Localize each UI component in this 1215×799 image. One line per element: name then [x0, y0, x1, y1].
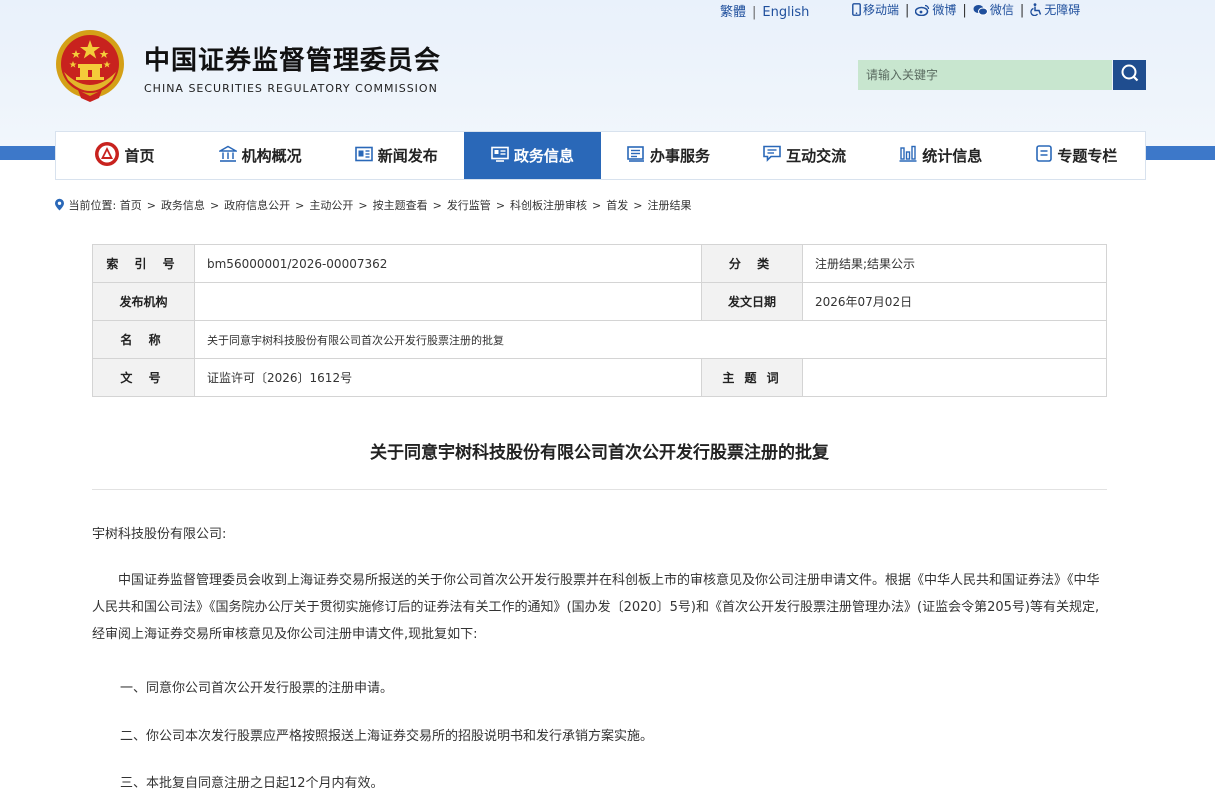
table-row: 发布机构 发文日期 2026年07月02日: [92, 282, 1107, 321]
bar-chart-icon: [899, 145, 917, 166]
nav-item-home[interactable]: 首页: [56, 132, 192, 179]
breadcrumb-item[interactable]: 科创板注册审核: [510, 199, 587, 212]
mobile-icon: [852, 3, 861, 19]
breadcrumb-item[interactable]: 注册结果: [647, 199, 691, 212]
nav-item-service[interactable]: 办事服务: [601, 132, 737, 179]
divider: [92, 489, 1107, 490]
org-name-chinese: 中国证券监督管理委员会: [144, 46, 442, 76]
separator: |: [752, 5, 757, 20]
table-row: 名 称 关于同意宇树科技股份有限公司首次公开发行股票注册的批复: [92, 320, 1107, 359]
wechat-icon: [973, 4, 988, 19]
accessibility-link[interactable]: 无障碍: [1030, 3, 1080, 17]
building-icon: [216, 145, 239, 167]
separator: |: [905, 3, 910, 18]
breadcrumb-separator: >: [432, 199, 442, 212]
nav-item-statistics[interactable]: 统计信息: [873, 132, 1009, 179]
breadcrumb-item[interactable]: 发行监管: [447, 199, 491, 212]
accessibility-icon: [1030, 3, 1042, 19]
date-label: 发文日期: [701, 282, 803, 321]
document-title: 关于同意宇树科技股份有限公司首次公开发行股票注册的批复: [370, 443, 829, 463]
breadcrumb-separator: >: [209, 199, 220, 212]
accessibility-label: 无障碍: [1044, 3, 1081, 17]
government-info-icon: [491, 146, 509, 166]
main-nav: 首页 机构概况 新闻发布 政务信息 办事服务 互动交流 统计信息 专题专栏: [55, 131, 1146, 180]
nav-item-institution[interactable]: 机构概况: [192, 132, 328, 179]
breadcrumb-separator: >: [633, 199, 643, 212]
separator: |: [1019, 3, 1025, 18]
wechat-label: 微信: [989, 3, 1014, 17]
issuer-value: [194, 282, 702, 321]
table-row: 索 引 号 bm56000001/2026-00007362 分 类 注册结果;…: [92, 244, 1107, 283]
service-icon: [627, 145, 645, 166]
location-pin-icon: [54, 198, 65, 212]
nav-label: 政务信息: [513, 147, 574, 165]
document-item: 二、你公司本次发行股票应严格按照报送上海证券交易所的招股说明书和发行承销方案实施…: [120, 729, 654, 744]
breadcrumb-separator: >: [592, 199, 602, 212]
document-item: 三、本批复自同意注册之日起12个月内有效。: [120, 776, 384, 791]
csrc-logo-icon: [94, 141, 120, 171]
table-row: 文 号 证监许可〔2026〕1612号 主 题 词: [92, 358, 1107, 397]
breadcrumb-prefix: 当前位置:: [68, 199, 117, 212]
doc-number-label: 文 号: [92, 358, 195, 397]
traditional-chinese-link[interactable]: 繁體: [720, 5, 746, 20]
mobile-link[interactable]: 移动端: [852, 3, 899, 17]
category-label: 分 类: [701, 244, 803, 283]
breadcrumb-item[interactable]: 首页: [120, 199, 142, 212]
nav-label: 办事服务: [650, 147, 711, 165]
breadcrumb-item[interactable]: 按主题查看: [373, 199, 428, 212]
doc-number-value: 证监许可〔2026〕1612号: [194, 358, 702, 397]
language-links: 繁體 | English: [720, 1, 809, 20]
breadcrumb-separator: >: [495, 199, 506, 212]
separator: |: [962, 3, 967, 18]
category-value: 注册结果;结果公示: [802, 244, 1107, 283]
document-meta-table: 索 引 号 bm56000001/2026-00007362 分 类 注册结果;…: [92, 244, 1107, 397]
breadcrumb: 当前位置: 首页 > 政务信息 > 政府信息公开 > 主动公开 > 按主题查看 > 发行监管 > 科创板…: [54, 197, 691, 213]
nav-item-interaction[interactable]: 互动交流: [737, 132, 873, 179]
national-emblem-logo: [52, 28, 128, 104]
chat-icon: [763, 145, 781, 166]
top-links: 繁體 | English 移动端 | 微博 | 微信 | 无障碍: [0, 1, 1215, 20]
search-icon: [1120, 63, 1140, 87]
breadcrumb-item[interactable]: 主动公开: [309, 199, 353, 212]
issuer-label: 发布机构: [92, 282, 195, 321]
nav-item-government-info[interactable]: 政务信息: [464, 132, 601, 179]
search-input[interactable]: [858, 60, 1112, 90]
breadcrumb-separator: >: [146, 199, 156, 212]
nav-item-news[interactable]: 新闻发布: [328, 132, 464, 179]
nav-label: 首页: [124, 147, 155, 165]
breadcrumb-separator: >: [295, 199, 305, 212]
date-value: 2026年07月02日: [802, 282, 1107, 321]
nav-item-topics[interactable]: 专题专栏: [1009, 132, 1145, 179]
english-link[interactable]: English: [762, 5, 809, 20]
breadcrumb-item[interactable]: 政务信息: [161, 199, 205, 212]
search-button[interactable]: [1113, 60, 1146, 90]
org-name-english: CHINA SECURITIES REGULATORY COMMISSION: [144, 82, 438, 95]
nav-label: 专题专栏: [1057, 147, 1118, 165]
mobile-label: 移动端: [863, 3, 900, 17]
index-value: bm56000001/2026-00007362: [194, 244, 702, 283]
name-label: 名 称: [92, 320, 195, 359]
breadcrumb-separator: >: [358, 199, 368, 212]
wechat-link[interactable]: 微信: [973, 3, 1014, 17]
document-item: 一、同意你公司首次公开发行股票的注册申请。: [120, 681, 394, 696]
nav-label: 机构概况: [241, 147, 302, 165]
subject-label: 主 题 词: [701, 358, 803, 397]
weibo-label: 微博: [932, 3, 957, 17]
weibo-link[interactable]: 微博: [915, 3, 956, 17]
index-label: 索 引 号: [92, 244, 195, 283]
breadcrumb-item[interactable]: 首发: [606, 199, 628, 212]
nav-label: 新闻发布: [377, 147, 438, 165]
subject-value: [802, 358, 1107, 397]
name-value: 关于同意宇树科技股份有限公司首次公开发行股票注册的批复: [194, 320, 1107, 359]
news-icon: [354, 146, 373, 166]
nav-label: 互动交流: [786, 147, 847, 165]
breadcrumb-item[interactable]: 政府信息公开: [224, 199, 290, 212]
weibo-icon: [915, 4, 930, 19]
tool-links: 移动端 | 微博 | 微信 | 无障碍: [852, 1, 1080, 19]
topic-icon: [1036, 145, 1053, 166]
nav-label: 统计信息: [922, 147, 983, 165]
document-paragraph: 中国证券监督管理委员会收到上海证券交易所报送的关于你公司首次公开发行股票并在科创…: [92, 573, 1100, 642]
document-addressee: 宇树科技股份有限公司:: [92, 527, 227, 542]
